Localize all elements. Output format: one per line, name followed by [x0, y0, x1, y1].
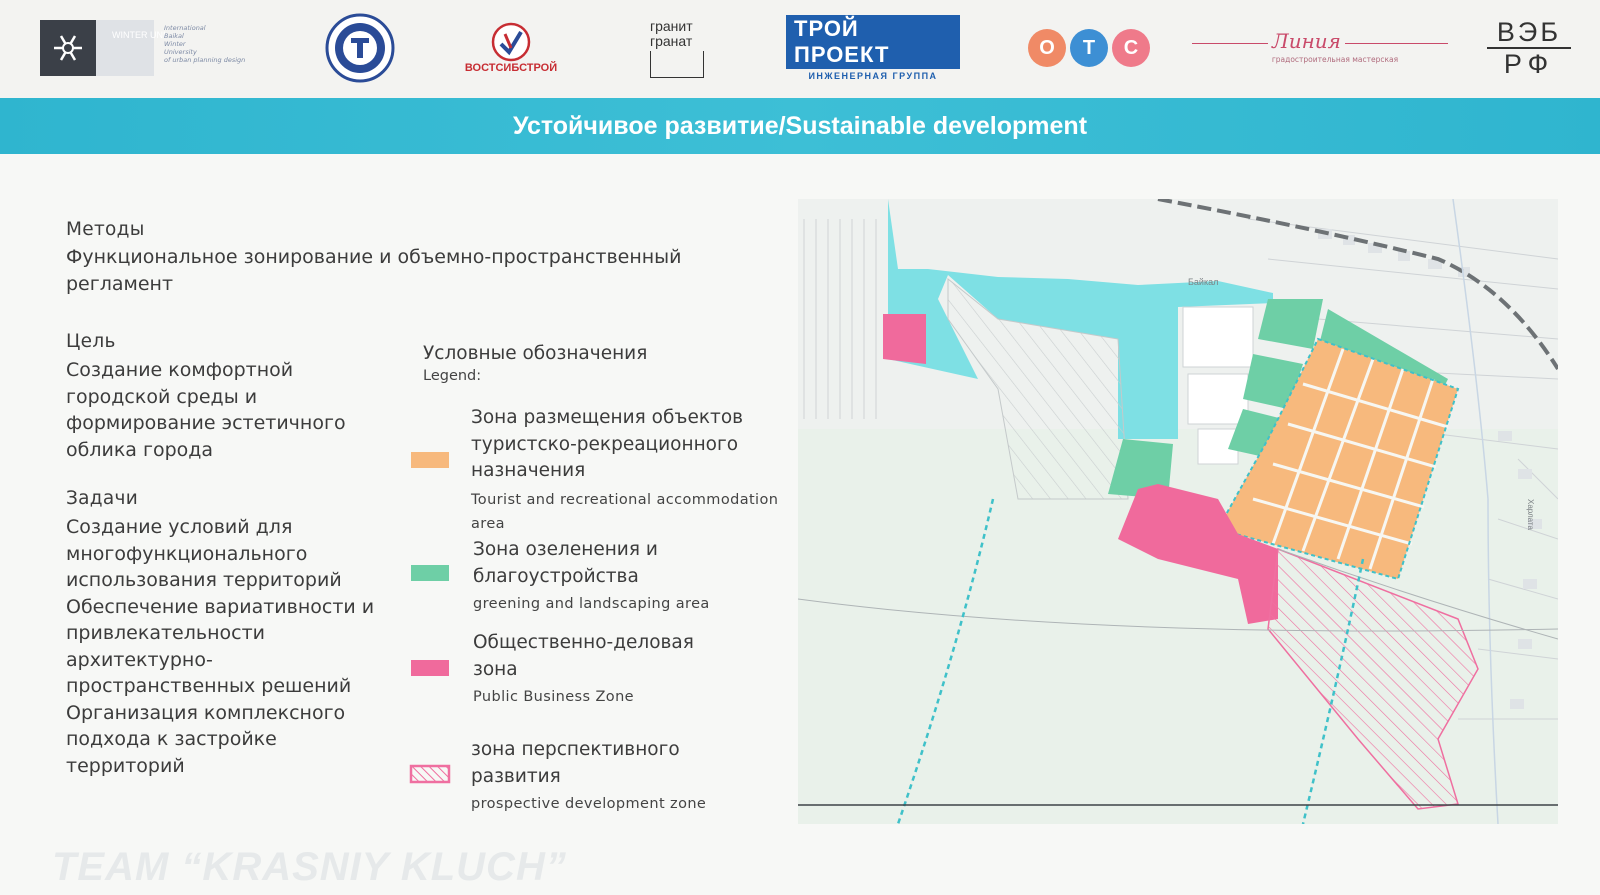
methods-body: Функциональное зонирование и объемно-про… — [66, 244, 682, 297]
team-watermark: TEAM “KRASNIY KLUCH” — [52, 845, 567, 889]
winter-uni-name: WINTER UNI — [112, 30, 166, 40]
troyproekt-wordmark: ТРОЙ ПРОЕКТ — [786, 15, 960, 69]
goal-line: формирование эстетичного — [66, 412, 346, 434]
tasks-body: Создание условий для многофункциональног… — [66, 514, 374, 779]
tasks-line: архитектурно- — [66, 648, 213, 671]
tasks-line: использования территорий — [66, 569, 342, 591]
veb-line1: ВЭБ — [1496, 17, 1562, 47]
zoning-map-canvas: Байкал Харлата — [798, 199, 1558, 824]
legend-label-en: area — [471, 515, 505, 532]
tasks-line: Создание условий для — [66, 516, 293, 538]
legend-label-line: зона — [473, 658, 518, 680]
legend-label-en: greening and landscaping area — [473, 596, 710, 612]
vostsibstroy-logo: ВОСТСИБСТРОЙ — [456, 12, 566, 84]
legend-label-line: туристско-рекреационного — [471, 433, 739, 455]
legend-label-line: зона перспективного — [471, 739, 680, 760]
troyproekt-subtitle: ИНЖЕНЕРНАЯ ГРУППА — [808, 71, 938, 81]
winter-uni-caption-line: of urban planning design — [164, 56, 246, 64]
legend-title: Условные обозначения — [423, 343, 648, 364]
winter-uni-logo: WINTER UNI International Baikal Winter U… — [40, 12, 265, 84]
tasks-line: пространственных решений — [66, 675, 352, 697]
legend-label-line: развития — [471, 765, 561, 787]
liniya-subtitle: градостроительная мастерская — [1271, 54, 1399, 64]
legend-swatch-business — [411, 660, 449, 676]
road-label-baikal: Байкал — [1188, 277, 1218, 287]
legend-item-prospective: зона перспективного развития prospective… — [471, 737, 706, 816]
legend-label-en: Public Business Zone — [473, 689, 634, 705]
granit-bracket — [650, 50, 704, 78]
veb-rf-logo: ВЭБ РФ — [1484, 12, 1574, 84]
zoning-map: Байкал Харлата — [798, 199, 1558, 824]
legend-swatch-greening — [411, 565, 449, 581]
ots-letter-o: О — [1028, 29, 1066, 67]
ots-logo: О Т С — [1026, 12, 1152, 84]
field-plots-west — [798, 219, 880, 419]
legend-swatch-prospective — [409, 764, 451, 784]
tasks-line: территорий — [66, 754, 185, 777]
granit-granat-logo: гранит гранат — [650, 12, 712, 84]
legend-swatch-tourist — [411, 452, 449, 468]
legend-label-line: Зона озеленения и — [473, 539, 658, 560]
slide-title: Устойчивое развитие/Sustainable developm… — [512, 111, 1088, 140]
legend-label-line: Общественно-деловая — [473, 632, 694, 653]
street-label: Харлата — [1526, 499, 1535, 530]
winter-uni-caption-line: University — [164, 48, 197, 56]
tasks-line: подхода к застройке — [66, 728, 277, 750]
goal-line: городской среды и — [66, 385, 258, 408]
title-banner: Устойчивое развитие/Sustainable developm… — [0, 98, 1600, 154]
goal-body: Создание комфортной городской среды и фо… — [66, 357, 346, 463]
winter-uni-caption-line: Winter — [164, 40, 186, 48]
granit-line2: гранат — [650, 32, 693, 49]
tasks-line: Обеспечение вариативности и — [66, 595, 375, 618]
methods-heading: Методы — [66, 219, 145, 240]
university-emblem-logo — [324, 12, 396, 84]
legend-label-en: prospective development zone — [471, 796, 707, 812]
troyproekt-logo: ТРОЙ ПРОЕКТ ИНЖЕНЕРНАЯ ГРУППА — [786, 12, 960, 84]
legend-item-tourist: Зона размещения объектов туристско-рекре… — [471, 405, 778, 536]
ots-letter-s: С — [1112, 29, 1150, 67]
vostsibstroy-wordmark: ВОСТСИБСТРОЙ — [464, 62, 558, 74]
granit-line1: гранит — [650, 17, 693, 34]
legend-label-line: назначения — [471, 460, 586, 481]
legend-subtitle: Legend: — [423, 368, 482, 384]
tasks-line: многофункционального — [66, 542, 308, 565]
business-zone-small — [883, 314, 926, 364]
logo-bar: WINTER UNI International Baikal Winter U… — [0, 0, 1600, 98]
tasks-line: Организация комплексного — [66, 701, 346, 724]
methods-line: Функциональное зонирование и объемно-про… — [66, 246, 682, 268]
tasks-heading: Задачи — [66, 488, 139, 509]
ots-letter-t: Т — [1070, 29, 1108, 67]
legend-label-line: благоустройства — [473, 565, 639, 587]
winter-uni-caption-line: Baikal — [164, 32, 184, 40]
liniya-wordmark: Линия — [1268, 28, 1345, 53]
winter-uni-caption-line: International — [164, 24, 206, 32]
legend-label-en: Tourist and recreational accommodation — [471, 491, 779, 508]
legend-label-line: Зона размещения объектов — [471, 407, 744, 428]
goal-heading: Цель — [66, 331, 116, 352]
veb-line2: РФ — [1503, 49, 1555, 79]
liniya-logo: Линия градостроительная мастерская — [1192, 12, 1448, 84]
methods-line: регламент — [66, 272, 174, 295]
goal-line: облика города — [66, 438, 214, 461]
legend-item-greening: Зона озеленения и благоустройства greeni… — [473, 537, 710, 616]
winter-uni-caption: International Baikal Winter University o… — [164, 24, 245, 64]
tasks-line: привлекательности — [66, 622, 265, 644]
goal-line: Создание комфортной — [66, 359, 294, 381]
legend-item-business: Общественно-деловая зона Public Business… — [473, 630, 694, 709]
